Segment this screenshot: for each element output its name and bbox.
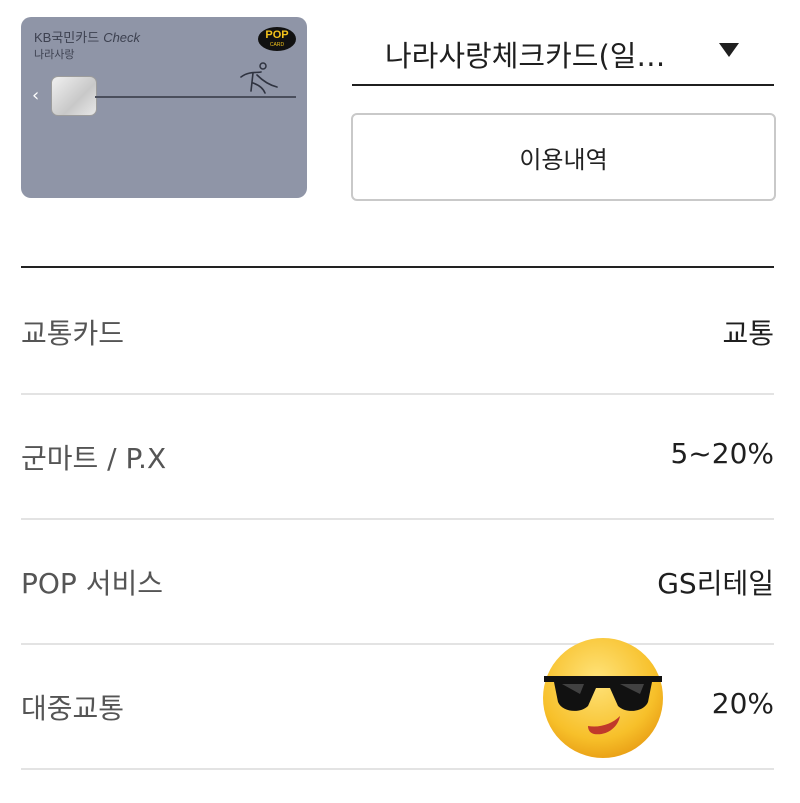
benefit-value: 교통 [722, 317, 774, 350]
card-select-dropdown[interactable]: 나라사랑체크카드(일… [352, 18, 774, 86]
benefit-value: GS리테일 [657, 567, 774, 600]
benefit-value: 5~20% [670, 437, 774, 470]
runner-logo-icon [240, 62, 278, 94]
card-line [95, 96, 296, 98]
benefit-value: 20% [711, 687, 774, 720]
pop-badge: POP CARD [258, 27, 296, 51]
pop-badge-bottom: CARD [269, 42, 285, 48]
benefit-label: 군마트 / P.X [21, 442, 167, 475]
benefit-label: 대중교통 [21, 692, 125, 725]
chip-icon [51, 76, 97, 116]
benefit-row: 교통카드 교통 [21, 268, 774, 395]
caret-down-icon [719, 43, 739, 57]
card-image[interactable]: KB국민카드 Check 나라사랑 POP CARD ‹ [21, 17, 307, 198]
card-type: Check [103, 30, 141, 45]
usage-history-button[interactable]: 이용내역 [351, 113, 776, 201]
chevron-left-icon[interactable]: ‹ [32, 85, 39, 106]
card-select-value: 나라사랑체크카드(일… [385, 39, 666, 73]
benefit-label: 교통카드 [21, 317, 125, 350]
benefit-row: 군마트 / P.X 5~20% [21, 393, 774, 520]
benefit-row: POP 서비스 GS리테일 [21, 518, 774, 645]
card-name: 나라사랑 [34, 49, 75, 61]
card-issuer: KB국민카드 [34, 30, 100, 45]
benefit-label: POP 서비스 [21, 567, 163, 600]
pop-badge-top: POP [265, 29, 289, 41]
sunglasses-emoji-icon [543, 638, 663, 758]
card-brand: KB국민카드 Check [34, 27, 140, 46]
